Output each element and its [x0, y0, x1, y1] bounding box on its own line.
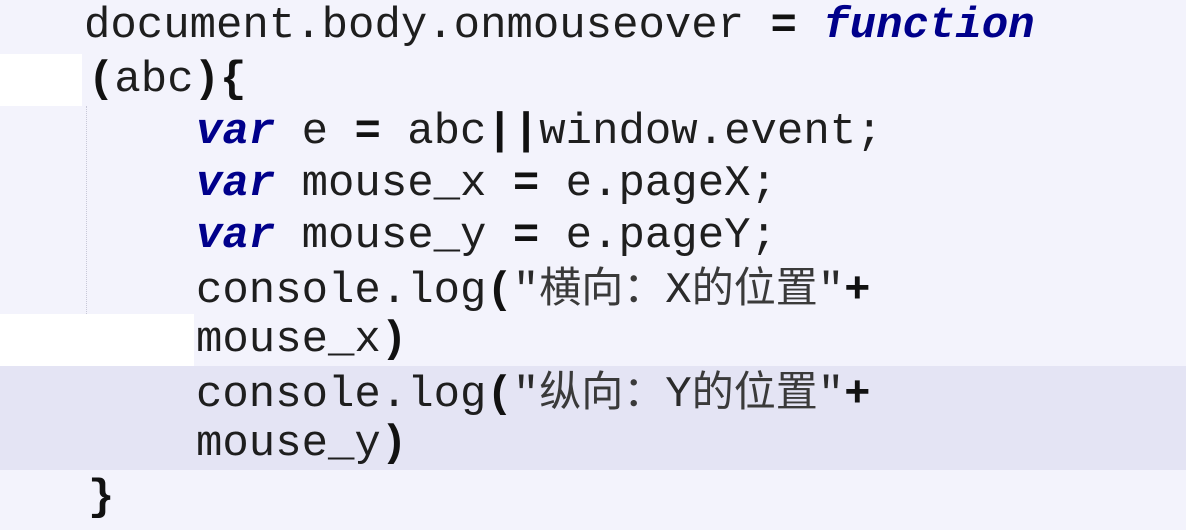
code-line-2: (abc){ [0, 54, 1186, 106]
string-literal-cjk: 的位置 [691, 263, 818, 312]
var-keyword: var [196, 211, 276, 261]
code-line-3: var e = abc||window.event; [0, 106, 1186, 158]
string-literal-ascii: Y [665, 370, 692, 420]
function-keyword: function [823, 1, 1035, 51]
code-line-4-content: var mouse_x = e.pageX; [196, 158, 777, 210]
or-operator: || [486, 107, 540, 157]
string-literal-cjk: 横向： [539, 263, 666, 312]
assign-operator: = [512, 159, 540, 209]
plus-operator: + [844, 266, 871, 316]
assign-operator: = [512, 211, 540, 261]
expr-part: abc [380, 107, 487, 157]
quote: " [817, 266, 845, 316]
close-paren: ) [380, 315, 408, 365]
var-keyword: var [196, 159, 276, 209]
code-line-10: } [0, 472, 1186, 524]
call-name: console.log [196, 266, 487, 316]
close-brace: } [88, 473, 115, 523]
code-line-9-content: mouse_y) [196, 418, 407, 470]
code-line-5: var mouse_y = e.pageY; [0, 210, 1186, 262]
code-editor[interactable]: document.body.onmouseover = function (ab… [0, 0, 1186, 530]
code-line-10-content: } [88, 472, 114, 524]
close-brace-open: ){ [193, 55, 247, 105]
code-line-2-content: (abc){ [88, 54, 246, 106]
open-paren: ( [88, 55, 115, 105]
expr-part: e.pageX; [539, 159, 777, 209]
code-line-7: mouse_x) [0, 314, 1186, 366]
line-mask [0, 314, 194, 366]
quote: " [512, 266, 540, 316]
var-name: mouse_y [275, 211, 513, 261]
string-literal-cjk: 的位置 [691, 367, 818, 416]
assign-operator: = [770, 1, 797, 51]
quote: " [512, 370, 540, 420]
code-line-3-content: var e = abc||window.event; [196, 106, 883, 158]
var-name: e [275, 107, 355, 157]
code-line-1: document.body.onmouseover = function [0, 0, 1186, 52]
open-paren: ( [486, 370, 513, 420]
call-name: console.log [196, 370, 487, 420]
code-line-7-content: mouse_x) [196, 314, 407, 366]
code-line-6-content: console.log("横向：X的位置"+ [196, 262, 871, 316]
var-ref: mouse_x [196, 315, 381, 365]
open-paren: ( [486, 266, 513, 316]
code-line-6: console.log("横向：X的位置"+ [0, 262, 1186, 316]
plus-operator: + [844, 370, 871, 420]
quote: " [817, 370, 845, 420]
expr-part: e.pageY; [539, 211, 777, 261]
expr-part: window.event; [539, 107, 883, 157]
close-paren: ) [380, 419, 408, 469]
code-line-9: mouse_y) [0, 418, 1186, 470]
param-name: abc [114, 55, 194, 105]
code-line-5-content: var mouse_y = e.pageY; [196, 210, 777, 262]
code-line-4: var mouse_x = e.pageX; [0, 158, 1186, 210]
string-literal-cjk: 纵向： [539, 367, 666, 416]
line-mask [0, 54, 82, 106]
code-line-8-content: console.log("纵向：Y的位置"+ [196, 366, 871, 420]
code-text: document.body.onmouseover [84, 1, 771, 51]
code-line-1-content: document.body.onmouseover = function [84, 0, 1035, 52]
code-line-8: console.log("纵向：Y的位置"+ [0, 366, 1186, 420]
assign-operator: = [354, 107, 381, 157]
var-name: mouse_x [275, 159, 513, 209]
var-ref: mouse_y [196, 419, 381, 469]
var-keyword: var [196, 107, 276, 157]
string-literal-ascii: X [665, 266, 692, 316]
